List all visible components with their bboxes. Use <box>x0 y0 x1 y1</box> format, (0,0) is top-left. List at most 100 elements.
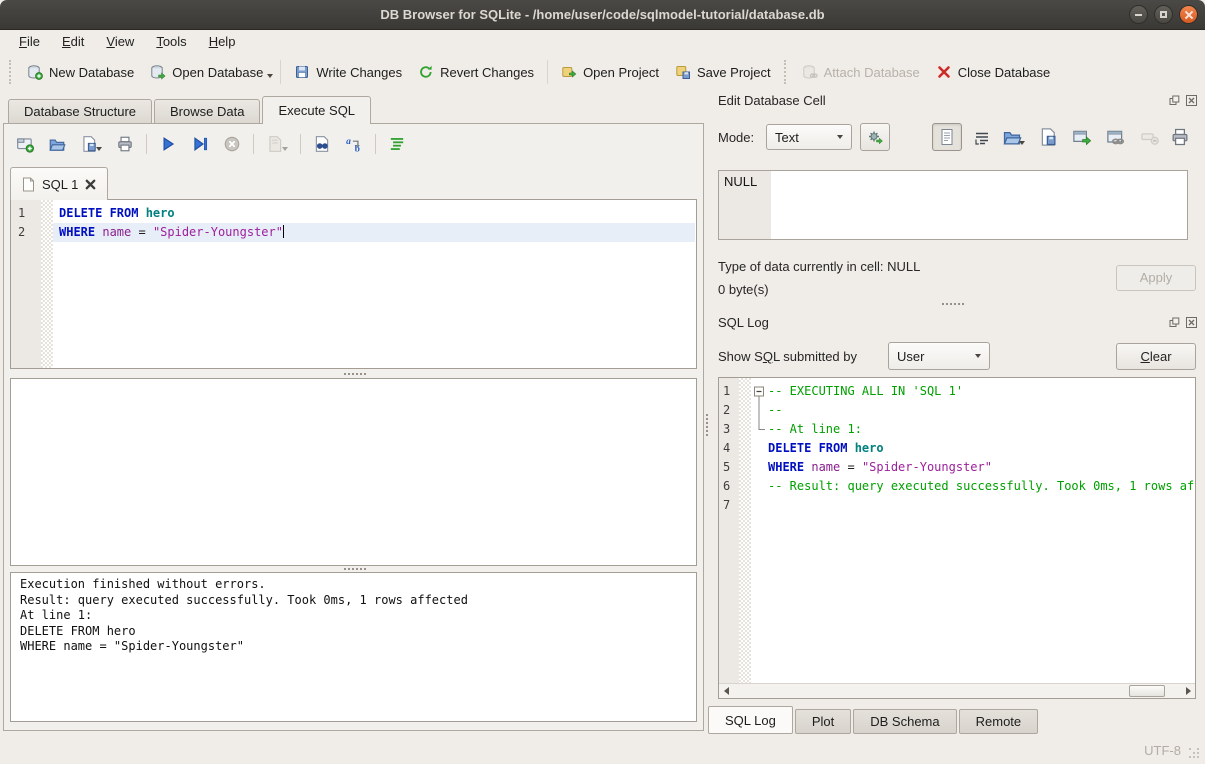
execute-all-icon[interactable] <box>159 135 177 153</box>
word-wrap-icon <box>974 130 990 146</box>
editor-fold-margin <box>41 200 53 368</box>
word-wrap-button[interactable] <box>972 128 992 148</box>
open-project-button[interactable]: Open Project <box>553 60 667 84</box>
close-dock-icon[interactable] <box>1186 95 1197 106</box>
import-cell-button[interactable] <box>1002 127 1025 147</box>
resize-grip[interactable] <box>1189 748 1191 750</box>
write-changes-button[interactable]: Write Changes <box>286 60 410 84</box>
editor-code-area[interactable]: DELETE FROM hero WHERE name = "Spider-Yo… <box>53 204 695 242</box>
stop-execution-icon[interactable] <box>223 135 241 153</box>
menu-file[interactable]: File <box>8 30 51 54</box>
maximize-button[interactable] <box>1154 5 1173 24</box>
scroll-right-arrow-icon[interactable] <box>1181 684 1195 698</box>
sql-identifier: name <box>804 460 840 474</box>
new-database-icon <box>27 64 43 80</box>
log-horizontal-scrollbar[interactable] <box>719 683 1195 698</box>
mode-select[interactable]: Text <box>766 124 852 150</box>
sql-log-view[interactable]: 1 2 3 4 5 6 7 -- EXECUTING ALL IN 'SQL 1… <box>718 377 1196 699</box>
close-dock-icon[interactable] <box>1186 317 1197 328</box>
apply-button[interactable]: Apply <box>1116 265 1196 291</box>
line-number: 3 <box>723 420 739 439</box>
horizontal-splitter[interactable] <box>344 568 346 570</box>
dock-splitter[interactable] <box>942 303 944 305</box>
log-filter-value: User <box>897 349 924 364</box>
sql-file-icon <box>22 177 35 192</box>
dock-tab-sql-log[interactable]: SQL Log <box>708 706 793 734</box>
scrollbar-track[interactable] <box>733 684 1181 698</box>
log-filter-select[interactable]: User <box>888 342 990 370</box>
format-sql-icon[interactable] <box>388 135 406 153</box>
scroll-left-arrow-icon[interactable] <box>719 684 733 698</box>
toolbar-separator <box>547 60 548 84</box>
float-dock-icon[interactable] <box>1169 317 1180 328</box>
open-database-button[interactable]: Open Database <box>142 60 271 84</box>
save-results-button[interactable] <box>266 135 288 153</box>
float-dock-icon[interactable] <box>1169 95 1180 106</box>
menu-help[interactable]: Help <box>198 30 247 54</box>
set-null-icon <box>1140 127 1160 147</box>
menu-tools[interactable]: Tools <box>145 30 197 54</box>
close-database-button[interactable]: Close Database <box>928 60 1059 84</box>
tab-database-structure[interactable]: Database Structure <box>8 99 152 123</box>
sql-table-name: hero <box>138 206 174 220</box>
close-button[interactable] <box>1179 5 1198 24</box>
execution-message-pane[interactable]: Execution finished without errors. Resul… <box>10 572 697 722</box>
execute-sql-page: a b SQL 1 <box>3 123 704 731</box>
find-icon[interactable] <box>313 135 331 153</box>
cell-value-editor[interactable]: NULL <box>718 170 1188 240</box>
print-sql-icon[interactable] <box>116 135 134 153</box>
export-cell-button[interactable] <box>1038 127 1058 147</box>
edit-cell-dock-title: Edit Database Cell <box>718 93 826 108</box>
new-sql-tab-icon[interactable] <box>16 135 34 153</box>
auto-apply-button[interactable] <box>860 123 890 151</box>
chevron-down-icon <box>837 135 843 139</box>
menu-view[interactable]: View <box>95 30 145 54</box>
message-line: Execution finished without errors. <box>20 577 687 593</box>
sql-keyword: WHERE <box>768 460 804 474</box>
save-sql-file-button[interactable] <box>80 135 102 153</box>
window-title: DB Browser for SQLite - /home/user/code/… <box>0 0 1205 29</box>
message-line: WHERE name = "Spider-Youngster" <box>20 639 687 655</box>
dock-tab-db-schema[interactable]: DB Schema <box>853 709 956 734</box>
horizontal-splitter[interactable] <box>344 373 346 375</box>
mode-label: Mode: <box>718 130 754 145</box>
clear-log-button[interactable]: Clear <box>1116 343 1196 370</box>
message-line: At line 1: <box>20 608 687 624</box>
copy-link-button[interactable] <box>1106 127 1126 147</box>
menu-edit[interactable]: Edit <box>51 30 95 54</box>
sql-document-tab[interactable]: SQL 1 <box>10 167 108 200</box>
close-sql-tab-icon[interactable] <box>85 179 96 190</box>
cell-type-text: Type of data currently in cell: NULL <box>718 259 920 274</box>
tab-execute-sql[interactable]: Execute SQL <box>262 96 371 124</box>
scrollbar-thumb[interactable] <box>1129 685 1165 697</box>
dock-tab-remote[interactable]: Remote <box>959 709 1039 734</box>
set-null-button[interactable] <box>1140 127 1160 147</box>
execute-line-icon[interactable] <box>191 135 209 153</box>
text-mode-button[interactable] <box>932 123 962 151</box>
replace-icon[interactable]: a b <box>345 135 363 153</box>
print-cell-icon <box>1170 127 1190 147</box>
vertical-splitter[interactable] <box>703 94 712 734</box>
dock-tab-plot[interactable]: Plot <box>795 709 851 734</box>
save-project-button[interactable]: Save Project <box>667 60 779 84</box>
minimize-button[interactable] <box>1129 5 1148 24</box>
sql-string: "Spider-Youngster" <box>153 225 283 239</box>
toolbar-drag-handle[interactable] <box>784 60 789 84</box>
revert-changes-button[interactable]: Revert Changes <box>410 60 542 84</box>
cell-value: NULL <box>724 174 757 189</box>
toolbar-drag-handle[interactable] <box>9 60 14 84</box>
tab-browse-data[interactable]: Browse Data <box>154 99 260 123</box>
log-line: -- Result: query executed successfully. … <box>768 477 1194 496</box>
open-sql-file-icon[interactable] <box>48 135 66 153</box>
line-number: 1 <box>18 204 41 223</box>
open-external-button[interactable] <box>1072 127 1092 147</box>
sql-string: "Spider-Youngster" <box>862 460 992 474</box>
new-database-button[interactable]: New Database <box>19 60 142 84</box>
fold-marker-icon[interactable] <box>751 382 767 444</box>
open-database-dropdown-icon[interactable] <box>267 74 273 78</box>
sql-editor[interactable]: 1 2 DELETE FROM hero WHERE name = "Spide… <box>10 199 697 369</box>
attach-database-button[interactable]: Attach Database <box>794 60 928 84</box>
print-cell-button[interactable] <box>1170 127 1190 147</box>
results-grid-pane[interactable] <box>10 378 697 566</box>
titlebar[interactable]: DB Browser for SQLite - /home/user/code/… <box>0 0 1205 30</box>
